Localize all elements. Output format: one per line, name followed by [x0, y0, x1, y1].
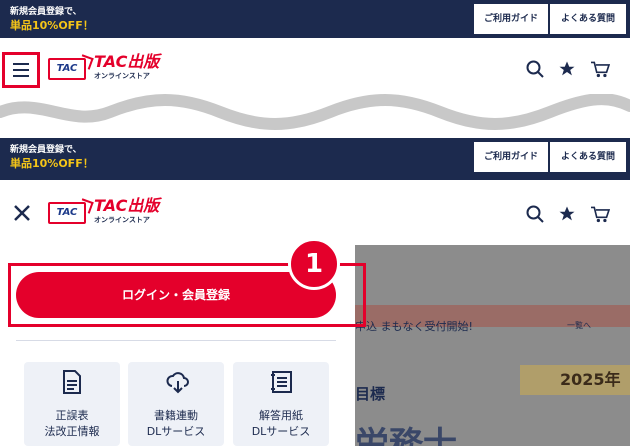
promo-bar-2: 新規会員登録で、 単品10%OFF！ ご利用ガイド よくある質問 — [0, 138, 630, 180]
promo-bar: 新規会員登録で、 単品10%OFF！ ご利用ガイド よくある質問 — [0, 0, 630, 38]
promo-text[interactable]: 新規会員登録で、 単品10%OFF！ — [10, 6, 94, 32]
section-divider-wave — [0, 94, 630, 138]
header-icons — [526, 60, 610, 78]
logo-badge: TAC — [48, 58, 86, 80]
cart-icon[interactable] — [590, 60, 610, 78]
search-icon[interactable] — [526, 60, 544, 78]
tile-book-dl[interactable]: 書籍連動 DLサービス — [128, 362, 224, 446]
promo-line2: 単品10%OFF！ — [10, 157, 94, 170]
promo-text-2[interactable]: 新規会員登録で、 単品10%OFF！ — [10, 144, 94, 170]
news-text: 申込 まもなく受付開始! — [355, 320, 473, 333]
tile-label: 書籍連動 DLサービス — [146, 409, 206, 438]
logo-badge: TAC — [48, 202, 86, 224]
tile-label: 解答用紙 DLサービス — [251, 409, 311, 438]
logo-sub: オンラインストア — [94, 72, 150, 80]
top-links-2: ご利用ガイド よくある質問 — [474, 138, 630, 176]
login-register-button[interactable]: ログイン・会員登録 — [16, 272, 336, 318]
promo-line1: 新規会員登録で、 — [10, 145, 82, 155]
hamburger-icon[interactable] — [2, 52, 40, 88]
answer-sheet-icon — [271, 370, 293, 398]
faq-link[interactable]: よくある質問 — [550, 4, 626, 34]
logo-brand: TAC出版 — [94, 52, 160, 71]
step-number-badge: 1 — [288, 238, 340, 290]
tile-label: 正誤表 法改正情報 — [44, 409, 100, 438]
guide-link[interactable]: ご利用ガイド — [474, 4, 548, 34]
big-text: 労務士 — [355, 425, 457, 446]
search-icon[interactable] — [526, 205, 544, 223]
site-header-2: TAC TAC出版 オンラインストア — [0, 180, 630, 245]
goal-text: 目標 — [355, 385, 386, 403]
promo-line1: 新規会員登録で、 — [10, 7, 82, 17]
year-banner: 2025年 — [520, 365, 630, 395]
screenshot-root: 新規会員登録で、 単品10%OFF！ ご利用ガイド よくある質問 TAC TAC… — [0, 0, 630, 446]
star-icon[interactable] — [558, 205, 576, 223]
header-icons-2 — [526, 205, 610, 223]
cloud-download-icon — [166, 370, 190, 398]
tile-errata[interactable]: 正誤表 法改正情報 — [24, 362, 120, 446]
site-logo[interactable]: TAC TAC出版 オンラインストア — [48, 52, 160, 82]
top-links: ご利用ガイド よくある質問 — [474, 0, 630, 38]
list-link: 一覧へ — [567, 321, 591, 330]
tile-answer-sheet-dl[interactable]: 解答用紙 DLサービス — [233, 362, 329, 446]
page-overlay[interactable]: 申込 まもなく受付開始! 一覧へ 目標 2025年 労務士 — [355, 245, 630, 446]
star-icon[interactable] — [558, 60, 576, 78]
document-icon — [62, 370, 82, 398]
logo-sub: オンラインストア — [94, 216, 150, 224]
guide-link[interactable]: ご利用ガイド — [474, 142, 548, 172]
promo-line2: 単品10%OFF！ — [10, 19, 94, 32]
menu-divider — [16, 340, 336, 341]
cart-icon[interactable] — [590, 205, 610, 223]
site-header: TAC TAC出版 オンラインストア — [0, 38, 630, 94]
site-logo-2[interactable]: TAC TAC出版 オンラインストア — [48, 196, 160, 226]
close-icon[interactable] — [12, 203, 32, 227]
faq-link[interactable]: よくある質問 — [550, 142, 626, 172]
logo-brand: TAC出版 — [94, 196, 160, 215]
